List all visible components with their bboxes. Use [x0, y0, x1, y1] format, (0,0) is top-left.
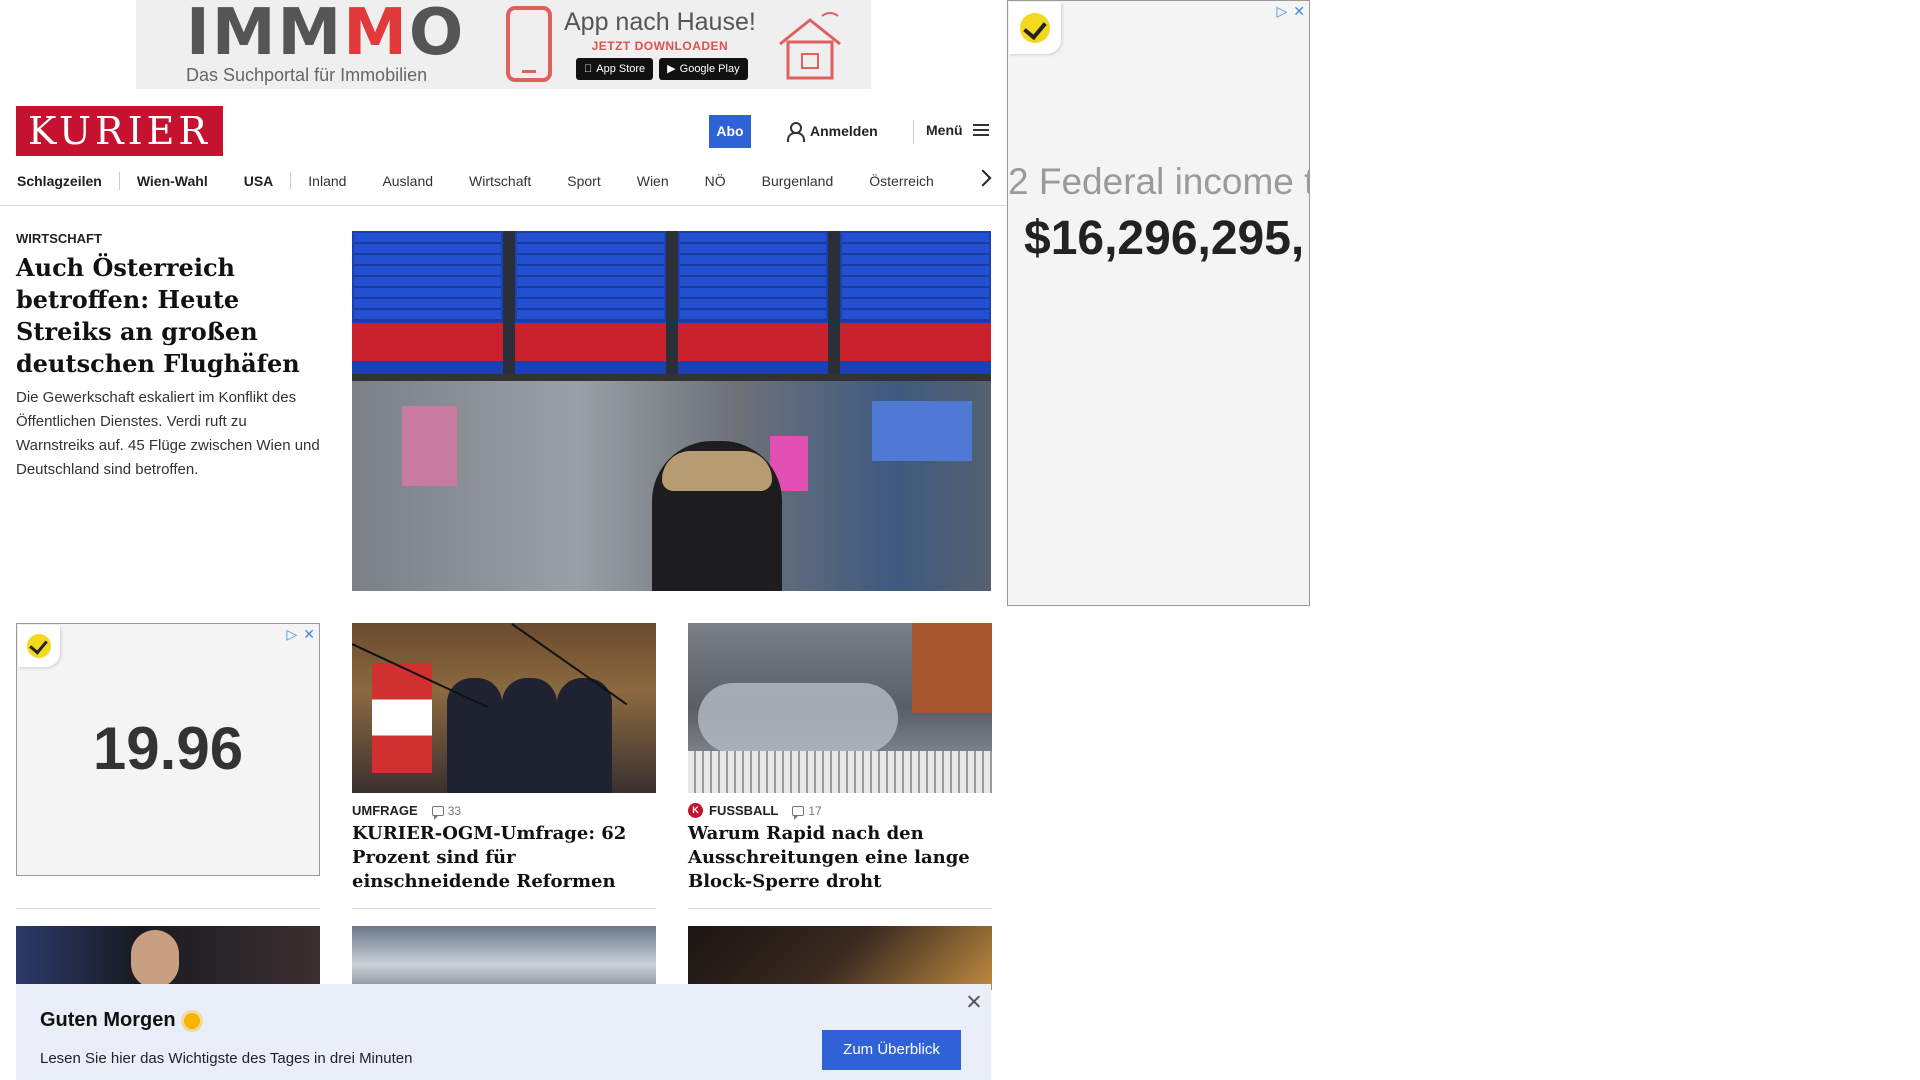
smoke-cloud: [698, 683, 898, 753]
lead-image[interactable]: [352, 231, 991, 591]
menu-label: Menü: [926, 122, 963, 138]
top-ad-banner[interactable]: IMMMO Das Suchportal für Immobilien App …: [136, 0, 871, 89]
teaser-headline[interactable]: Warum Rapid nach den Ausschreitungen ein…: [688, 822, 998, 894]
nav-item-burgenland[interactable]: Burgenland: [762, 173, 834, 189]
comment-icon: [431, 805, 444, 820]
lead-teaser-text: Die Gewerkschaft eskaliert im Konflikt d…: [16, 389, 320, 478]
teaser-meta: UMFRAGE 33: [352, 803, 461, 820]
departure-boards: [352, 231, 991, 374]
ad-choices[interactable]: ▷ ✕: [286, 626, 315, 643]
app-store-badge[interactable]: App Store: [576, 58, 654, 80]
ad-verified-badge: [1009, 2, 1061, 54]
inline-ad[interactable]: ▷ ✕ 19.96: [16, 623, 320, 876]
ad-verified-badge: [18, 625, 60, 667]
teaser-category[interactable]: UMFRAGE: [352, 803, 418, 818]
user-icon: [786, 122, 805, 142]
nav-item-oesterreich[interactable]: Österreich: [869, 173, 934, 189]
comment-count[interactable]: 17: [792, 804, 822, 820]
ad-choices[interactable]: ▷ ✕: [1276, 3, 1305, 20]
ad-amount: $16,296,295,: [1024, 212, 1305, 265]
menu-button[interactable]: Menü: [926, 122, 989, 138]
hamburger-icon: [972, 124, 989, 136]
ad-choices-icon[interactable]: ▷: [1276, 3, 1287, 20]
app-title: App nach Hause!: [564, 8, 756, 36]
teaser-meta: K FUSSBALL 17: [688, 803, 822, 820]
close-icon[interactable]: [964, 992, 984, 1012]
kurier-k-icon: K: [688, 803, 703, 818]
teaser-category[interactable]: FUSSBALL: [709, 803, 778, 818]
checkmark-icon: [1020, 13, 1050, 43]
abo-button[interactable]: Abo: [709, 115, 751, 148]
nav-divider: [118, 172, 120, 190]
teaser-headline[interactable]: KURIER-OGM-Umfrage: 62 Prozent sind für …: [352, 822, 662, 894]
nav-next-chevron-icon[interactable]: [974, 169, 992, 187]
nav-item-noe[interactable]: NÖ: [705, 173, 726, 189]
teaser-divider: [352, 908, 656, 909]
overview-button[interactable]: Zum Überblick: [822, 1030, 961, 1070]
house-icon: [779, 12, 841, 80]
nav-divider: [290, 172, 292, 190]
sun-icon: [183, 1012, 200, 1029]
departure-board: [352, 231, 503, 374]
building: [912, 623, 992, 713]
departure-board: [840, 231, 991, 374]
politician-figure: [502, 678, 557, 793]
lead-category[interactable]: WIRTSCHAFT: [16, 231, 102, 246]
login-button[interactable]: Anmelden: [786, 122, 878, 142]
close-icon[interactable]: ✕: [1293, 3, 1305, 20]
immmo-brand: IMMMO Das Suchportal für Immobilien: [186, 0, 466, 86]
teaser-image[interactable]: [688, 926, 992, 990]
phone-icon: [506, 6, 552, 82]
ad-value: 19.96: [92, 715, 244, 782]
ad-headline: 2 Federal income t: [1008, 161, 1310, 202]
google-play-badge[interactable]: ▶ Google Play: [658, 58, 748, 80]
immmo-logo: IMMMO: [186, 0, 466, 70]
nav-item-wirtschaft[interactable]: Wirtschaft: [469, 173, 531, 189]
politician-figure: [447, 678, 502, 793]
stadium-fence: [688, 751, 992, 793]
apple-icon: : [584, 62, 592, 76]
briefing-title: Guten Morgen: [40, 1009, 200, 1032]
login-label: Anmelden: [810, 123, 878, 139]
portrait-face: [131, 930, 179, 988]
teaser-divider: [16, 908, 320, 909]
section-nav: Schlagzeilen Wien-Wahl USA Inland Auslan…: [17, 170, 970, 192]
briefing-text: Lesen Sie hier das Wichtigste des Tages …: [40, 1050, 413, 1067]
politician-figure: [557, 678, 612, 793]
ad-choices-icon[interactable]: ▷: [286, 626, 297, 643]
right-skyscraper-ad[interactable]: ▷ ✕ 2 Federal income t $16,296,295,: [1007, 0, 1310, 606]
teaser-image[interactable]: [352, 926, 656, 990]
nav-item-inland[interactable]: Inland: [308, 173, 346, 189]
nav-bottom-divider: [0, 205, 1007, 206]
app-download-label: JETZT DOWNLOADEN: [591, 39, 729, 53]
comment-count[interactable]: 33: [431, 804, 461, 820]
teaser-image-fussball[interactable]: [688, 623, 992, 793]
info-screen: [872, 401, 972, 461]
nav-item-ausland[interactable]: Ausland: [382, 173, 433, 189]
nav-item-wien-wahl[interactable]: Wien-Wahl: [137, 173, 208, 189]
close-icon[interactable]: ✕: [303, 626, 315, 643]
morning-briefing-banner: Guten Morgen Lesen Sie hier das Wichtigs…: [16, 984, 991, 1080]
fur-hood: [662, 451, 772, 491]
advertising-sign: [402, 406, 457, 486]
departure-board: [514, 231, 666, 374]
teaser-image[interactable]: [16, 926, 320, 990]
teaser-divider: [688, 908, 992, 909]
austrian-flag: [372, 663, 432, 773]
immmo-tagline: Das Suchportal für Immobilien: [186, 65, 428, 85]
nav-item-schlagzeilen[interactable]: Schlagzeilen: [17, 173, 102, 189]
header-divider: [913, 120, 914, 144]
teaser-image-umfrage[interactable]: [352, 623, 656, 793]
play-icon: ▶: [658, 63, 675, 75]
lead-headline[interactable]: Auch Österreich betroffen: Heute Streiks…: [16, 252, 316, 380]
departure-board: [677, 231, 829, 374]
app-promo: App nach Hause! JETZT DOWNLOADEN App St…: [564, 8, 756, 80]
nav-item-sport[interactable]: Sport: [567, 173, 600, 189]
nav-item-wien[interactable]: Wien: [637, 173, 669, 189]
checkmark-icon: [27, 634, 51, 658]
comment-icon: [792, 805, 805, 820]
nav-item-usa[interactable]: USA: [244, 173, 274, 189]
kurier-logo[interactable]: KURIER: [16, 106, 223, 156]
